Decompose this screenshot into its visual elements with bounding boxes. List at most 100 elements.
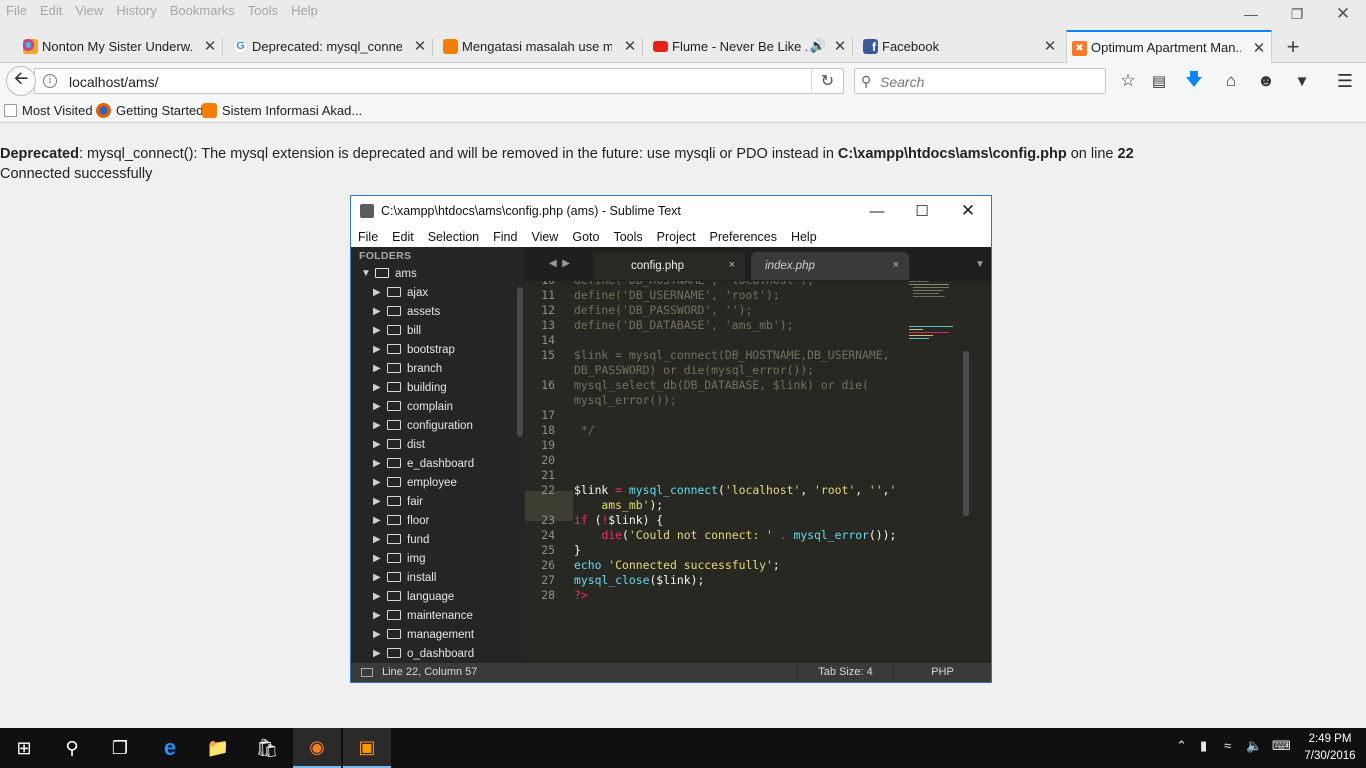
speaker-icon[interactable]: 🔊 [810, 38, 826, 54]
sublime-taskbar-icon[interactable]: ▣ [343, 728, 391, 768]
sublime-menu-project[interactable]: Project [657, 230, 696, 244]
collapsed-triangle-icon[interactable]: ▶ [373, 553, 387, 564]
syntax-selector[interactable]: PHP [893, 666, 991, 678]
sublime-menu-find[interactable]: Find [493, 230, 517, 244]
sidebar-folder-e-dashboard[interactable]: ▶ e_dashboard [373, 454, 474, 473]
sidebar-folder-branch[interactable]: ▶ branch [373, 359, 442, 378]
sublime-close-button[interactable]: ✕ [945, 198, 991, 224]
bookmark-most-visited[interactable]: Most Visited [4, 103, 93, 118]
menu-edit[interactable]: Edit [40, 3, 62, 18]
sublime-minimize-button[interactable]: — [854, 198, 900, 224]
sidebar-folder-configuration[interactable]: ▶ configuration [373, 416, 473, 435]
collapsed-triangle-icon[interactable]: ▶ [373, 363, 387, 374]
menu-file[interactable]: File [6, 3, 27, 18]
pocket-icon[interactable]: ▼ [1290, 69, 1314, 93]
sidebar-folder-bill[interactable]: ▶ bill [373, 321, 421, 340]
close-tab-icon[interactable]: ✕ [832, 37, 848, 55]
close-tab-icon[interactable]: ✕ [412, 37, 428, 55]
editor-tab-config[interactable]: config.php × [593, 252, 745, 280]
sidebar-folder-maintenance[interactable]: ▶ maintenance [373, 606, 473, 625]
file-explorer-icon[interactable]: 📁 [194, 728, 242, 768]
collapsed-triangle-icon[interactable]: ▶ [373, 382, 387, 393]
collapsed-triangle-icon[interactable]: ▶ [373, 591, 387, 602]
sidebar-folder-complain[interactable]: ▶ complain [373, 397, 453, 416]
menu-history[interactable]: History [116, 3, 156, 18]
volume-icon[interactable]: 🔈 [1246, 738, 1262, 754]
collapsed-triangle-icon[interactable]: ▶ [373, 420, 387, 431]
sublime-menu-help[interactable]: Help [791, 230, 817, 244]
tab-size-selector[interactable]: Tab Size: 4 [797, 666, 893, 678]
keyboard-icon[interactable]: ⌨ [1272, 738, 1291, 754]
collapsed-triangle-icon[interactable]: ▶ [373, 629, 387, 640]
battery-icon[interactable]: ▮ [1200, 738, 1207, 754]
hello-icon[interactable]: ☻ [1254, 69, 1278, 93]
sidebar-folder-language[interactable]: ▶ language [373, 587, 454, 606]
collapsed-triangle-icon[interactable]: ▶ [373, 439, 387, 450]
sidebar-folder-employee[interactable]: ▶ employee [373, 473, 457, 492]
sidebar-scrollbar[interactable] [517, 287, 523, 437]
tab-mengatasi[interactable]: Mengatasi masalah use m... ✕ [438, 30, 643, 63]
minimize-button[interactable]: — [1228, 0, 1274, 28]
task-view-icon[interactable]: ❐ [96, 728, 144, 768]
bookmark-getting-started[interactable]: Getting Started [96, 103, 203, 118]
sublime-menu-preferences[interactable]: Preferences [710, 230, 777, 244]
close-tab-icon[interactable]: × [729, 259, 735, 271]
collapsed-triangle-icon[interactable]: ▶ [373, 458, 387, 469]
menu-help[interactable]: Help [291, 3, 318, 18]
download-icon[interactable]: 🡇 [1182, 69, 1206, 93]
sublime-menu-file[interactable]: File [358, 230, 378, 244]
sidebar-folder-install[interactable]: ▶ install [373, 568, 436, 587]
collapsed-triangle-icon[interactable]: ▶ [373, 515, 387, 526]
bookmark-sistem-informasi[interactable]: Sistem Informasi Akad... [202, 103, 362, 118]
url-bar[interactable]: i localhost/ams/ ↻ [34, 68, 844, 94]
tab-nav-arrows[interactable]: ◀ ▶ [549, 258, 570, 269]
close-tab-icon[interactable]: ✕ [622, 37, 638, 55]
tab-deprecated[interactable]: G Deprecated: mysql_conne... ✕ [228, 30, 433, 63]
close-tab-icon[interactable]: ✕ [1251, 39, 1267, 57]
collapsed-triangle-icon[interactable]: ▶ [373, 325, 387, 336]
collapsed-triangle-icon[interactable]: ▶ [373, 648, 387, 659]
minimap[interactable] [909, 281, 959, 351]
collapsed-triangle-icon[interactable]: ▶ [373, 572, 387, 583]
close-tab-icon[interactable]: ✕ [1042, 37, 1058, 55]
editor-scrollbar[interactable] [963, 351, 969, 516]
sidebar-folder-floor[interactable]: ▶ floor [373, 511, 429, 530]
collapsed-triangle-icon[interactable]: ▶ [373, 344, 387, 355]
tab-facebook[interactable]: f Facebook ✕ [858, 30, 1062, 63]
sidebar-folder-building[interactable]: ▶ building [373, 378, 447, 397]
sublime-menu-tools[interactable]: Tools [613, 230, 642, 244]
sublime-menu-selection[interactable]: Selection [428, 230, 479, 244]
editor-tab-index[interactable]: index.php × [751, 252, 909, 280]
sublime-maximize-button[interactable]: ☐ [899, 198, 945, 224]
sidebar-folder-dist[interactable]: ▶ dist [373, 435, 425, 454]
start-button[interactable]: ⊞ [0, 728, 48, 768]
wifi-icon[interactable]: ≈ [1224, 738, 1231, 753]
sublime-menu-goto[interactable]: Goto [572, 230, 599, 244]
code-editor[interactable]: 10 define('DB_HOSTNAME', 'localhost'); 11 d… [525, 281, 991, 663]
collapsed-triangle-icon[interactable]: ▶ [373, 287, 387, 298]
sidebar-folder-bootstrap[interactable]: ▶ bootstrap [373, 340, 455, 359]
panel-toggle-icon[interactable] [361, 668, 373, 677]
clock[interactable]: 2:49 PM 7/30/2016 [1299, 731, 1361, 765]
restore-button[interactable]: ❐ [1274, 0, 1320, 28]
sidebar-folder-fair[interactable]: ▶ fair [373, 492, 423, 511]
close-tab-icon[interactable]: ✕ [202, 37, 218, 55]
collapsed-triangle-icon[interactable]: ▶ [373, 477, 387, 488]
url-text[interactable]: localhost/ams/ [69, 74, 158, 90]
collapsed-triangle-icon[interactable]: ▶ [373, 534, 387, 545]
search-icon[interactable]: ⚲ [48, 728, 96, 768]
sublime-menu-view[interactable]: View [531, 230, 558, 244]
menu-view[interactable]: View [75, 3, 103, 18]
tab-optimum-apartment[interactable]: ✖ Optimum Apartment Man... ✕ [1066, 30, 1272, 63]
collapsed-triangle-icon[interactable]: ▶ [373, 496, 387, 507]
close-window-button[interactable]: ✕ [1320, 0, 1366, 28]
sidebar-folder-management[interactable]: ▶ management [373, 625, 474, 644]
menu-tools[interactable]: Tools [248, 3, 278, 18]
collapsed-triangle-icon[interactable]: ▶ [373, 610, 387, 621]
search-input[interactable]: ⚲ Search [854, 68, 1106, 94]
back-button[interactable]: 🡨 [6, 66, 36, 96]
edge-icon[interactable]: e [146, 728, 194, 768]
collapsed-triangle-icon[interactable]: ▶ [373, 306, 387, 317]
sidebar-folder-img[interactable]: ▶ img [373, 549, 426, 568]
show-hidden-icons[interactable]: ⌃ [1176, 738, 1187, 754]
